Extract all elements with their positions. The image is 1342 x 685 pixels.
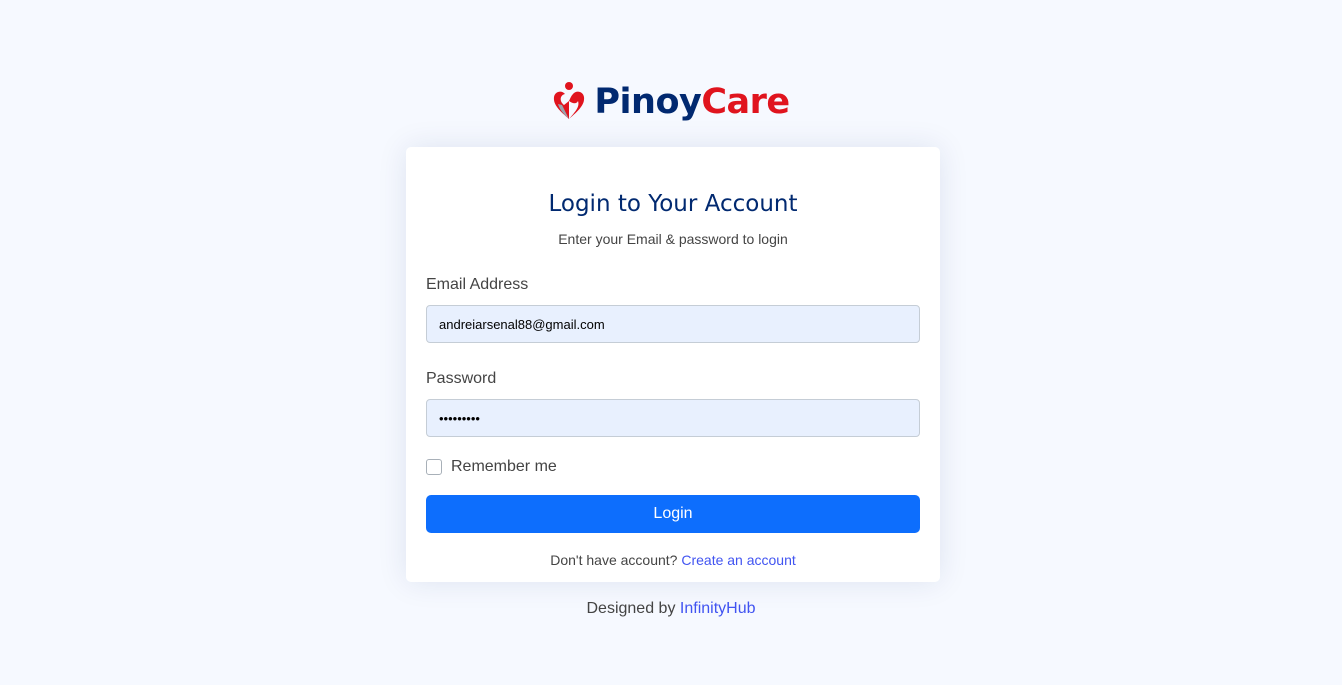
email-input[interactable]	[426, 305, 920, 343]
remember-me-label[interactable]: Remember me	[451, 458, 557, 476]
signup-prompt-text: Don't have account?	[550, 552, 678, 568]
brand-name-part1: Pinoy	[594, 82, 702, 122]
infinityhub-link[interactable]: InfinityHub	[680, 600, 756, 617]
password-input[interactable]	[426, 399, 920, 437]
brand-name-part2: Care	[701, 82, 790, 122]
card-title: Login to Your Account	[548, 191, 798, 217]
password-label: Password	[426, 370, 497, 387]
login-card: Login to Your Account Enter your Email &…	[406, 147, 940, 582]
remember-me-row[interactable]: Remember me	[426, 457, 920, 477]
signup-prompt: Don't have account? Create an account	[426, 552, 920, 568]
email-label: Email Address	[426, 276, 529, 293]
credits-prefix: Designed by	[586, 600, 676, 617]
credits: Designed by InfinityHub	[0, 600, 1342, 618]
create-account-link[interactable]: Create an account	[681, 552, 795, 568]
login-button[interactable]: Login	[426, 495, 920, 533]
brand-name: PinoyCare	[594, 80, 790, 124]
remember-me-checkbox[interactable]	[426, 459, 442, 475]
login-page: PinoyCare Login to Your Account Enter yo…	[0, 0, 1342, 685]
heart-care-icon	[554, 82, 585, 119]
card-subtitle: Enter your Email & password to login	[558, 231, 788, 247]
brand-logo-link[interactable]: PinoyCare	[0, 80, 1342, 124]
